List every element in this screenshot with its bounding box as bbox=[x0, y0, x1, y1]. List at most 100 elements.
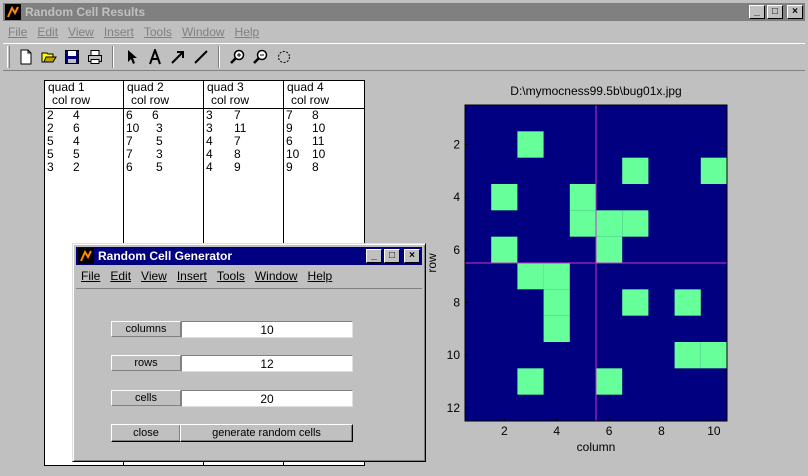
heatmap-cell bbox=[569, 210, 596, 237]
menu-insert[interactable]: Insert bbox=[99, 25, 139, 39]
print-button[interactable] bbox=[83, 46, 106, 68]
rows-input[interactable] bbox=[181, 355, 353, 372]
figure-toolbar bbox=[3, 43, 805, 71]
x-tick-label: 2 bbox=[501, 424, 508, 438]
line-icon bbox=[193, 50, 208, 64]
dialog-body: columns rows cells close generate random… bbox=[76, 288, 422, 458]
columns-input[interactable] bbox=[181, 321, 353, 338]
dialog-close-button[interactable]: × bbox=[404, 249, 420, 263]
heatmap-cell bbox=[622, 157, 649, 184]
x-axis-label: column bbox=[577, 440, 616, 454]
table-row: 49 bbox=[206, 160, 241, 174]
main-title-bar: Random Cell Results _ □ × bbox=[3, 3, 805, 21]
insert-text-button[interactable] bbox=[143, 46, 166, 68]
close-window-button[interactable]: × bbox=[787, 5, 803, 19]
table-row: 55 bbox=[47, 147, 80, 161]
heatmap-cell bbox=[700, 342, 727, 369]
menu-edit[interactable]: Edit bbox=[32, 25, 63, 39]
open-file-icon bbox=[41, 52, 57, 63]
minimize-icon: _ bbox=[371, 250, 377, 261]
menu-tools[interactable]: Tools bbox=[139, 25, 177, 39]
insert-line-button[interactable] bbox=[189, 46, 212, 68]
new-file-button[interactable] bbox=[14, 46, 37, 68]
y-tick-label: 10 bbox=[447, 348, 461, 362]
menu-file[interactable]: File bbox=[3, 25, 32, 39]
maximize-button[interactable]: □ bbox=[767, 5, 783, 19]
heatmap-cell bbox=[491, 236, 518, 263]
minimize-icon: _ bbox=[754, 6, 760, 17]
matlab-logo-icon bbox=[78, 248, 94, 264]
toolbar-grip[interactable] bbox=[7, 46, 10, 68]
heatmap-cell bbox=[622, 210, 649, 237]
quad-4-subheader: col row bbox=[291, 93, 330, 107]
heatmap-cell bbox=[543, 289, 570, 316]
zoom-in-button[interactable] bbox=[226, 46, 249, 68]
table-row: 47 bbox=[206, 134, 241, 148]
table-row: 9 10 bbox=[286, 121, 326, 135]
heatmap-cell bbox=[674, 289, 701, 316]
table-row: 73 bbox=[126, 147, 163, 161]
save-icon bbox=[64, 50, 79, 64]
table-row: 48 bbox=[206, 147, 241, 161]
table-row: 98 bbox=[286, 160, 319, 174]
table-row: 3 11 bbox=[206, 121, 247, 135]
dialog-menu-tools[interactable]: Tools bbox=[212, 269, 250, 283]
table-row: 65 bbox=[126, 160, 163, 174]
dialog-maximize-button[interactable]: □ bbox=[384, 249, 400, 263]
zoom-out-button[interactable] bbox=[249, 46, 272, 68]
heatmap-cell bbox=[596, 368, 623, 395]
table-row: 10 3 bbox=[126, 121, 163, 135]
y-axis-label: row bbox=[425, 253, 439, 273]
zoom-out-icon bbox=[252, 49, 267, 64]
save-button[interactable] bbox=[60, 46, 83, 68]
close-button[interactable]: close bbox=[111, 424, 181, 442]
heatmap-cell bbox=[543, 315, 570, 342]
insert-arrow-button[interactable] bbox=[166, 46, 189, 68]
heatmap-cell bbox=[491, 184, 518, 211]
open-file-button[interactable] bbox=[37, 46, 60, 68]
toolbar-separator bbox=[112, 46, 114, 68]
dialog-menu-insert[interactable]: Insert bbox=[172, 269, 212, 283]
x-tick-label: 4 bbox=[553, 424, 560, 438]
cells-input[interactable] bbox=[181, 390, 353, 407]
maximize-icon: □ bbox=[388, 250, 396, 261]
dialog-menu-file[interactable]: File bbox=[76, 269, 105, 283]
heatmap-cell bbox=[596, 236, 623, 263]
quad-3-subheader: col row bbox=[211, 93, 250, 107]
y-tick-label: 4 bbox=[453, 190, 460, 204]
close-icon: × bbox=[792, 6, 798, 17]
y-tick-label: 6 bbox=[453, 243, 460, 257]
rows-label: rows bbox=[111, 355, 181, 371]
table-row: 26 bbox=[47, 121, 80, 135]
dialog-menu-view[interactable]: View bbox=[136, 269, 172, 283]
random-cell-generator-dialog: Random Cell Generator _ □ × File Edit Vi… bbox=[72, 243, 426, 462]
text-icon bbox=[148, 49, 161, 65]
generate-random-cells-button[interactable]: generate random cells bbox=[180, 424, 353, 442]
main-window-title: Random Cell Results bbox=[25, 5, 146, 19]
main-window: Random Cell Results _ □ × File Edit View… bbox=[0, 0, 808, 476]
edit-plot-button[interactable] bbox=[120, 46, 143, 68]
cells-label: cells bbox=[111, 390, 181, 406]
heatmap-cell bbox=[700, 157, 727, 184]
menu-help[interactable]: Help bbox=[230, 25, 265, 39]
dialog-title-bar: Random Cell Generator _ □ × bbox=[76, 247, 422, 265]
dialog-menu-help[interactable]: Help bbox=[303, 269, 338, 283]
rotate-3d-button[interactable] bbox=[272, 46, 295, 68]
dialog-title: Random Cell Generator bbox=[98, 249, 233, 263]
quad-4-header: quad 4 col row bbox=[284, 81, 364, 109]
zoom-in-icon bbox=[229, 49, 244, 64]
main-menu-bar: File Edit View Insert Tools Window Help bbox=[3, 23, 805, 41]
dialog-menu-edit[interactable]: Edit bbox=[105, 269, 136, 283]
x-tick-label: 6 bbox=[606, 424, 613, 438]
heatmap-plot[interactable]: 2 4 6 8 10 2 4 6 8 10 12 column row bbox=[420, 100, 750, 464]
dialog-minimize-button[interactable]: _ bbox=[366, 249, 382, 263]
dialog-menu-window[interactable]: Window bbox=[250, 269, 303, 283]
heatmap-cell bbox=[517, 131, 544, 158]
arrow-line-icon bbox=[170, 51, 184, 64]
minimize-button[interactable]: _ bbox=[749, 5, 765, 19]
toolbar-separator bbox=[218, 46, 220, 68]
close-icon: × bbox=[409, 250, 415, 261]
table-row: 32 bbox=[47, 160, 80, 174]
menu-view[interactable]: View bbox=[63, 25, 99, 39]
menu-window[interactable]: Window bbox=[177, 25, 230, 39]
